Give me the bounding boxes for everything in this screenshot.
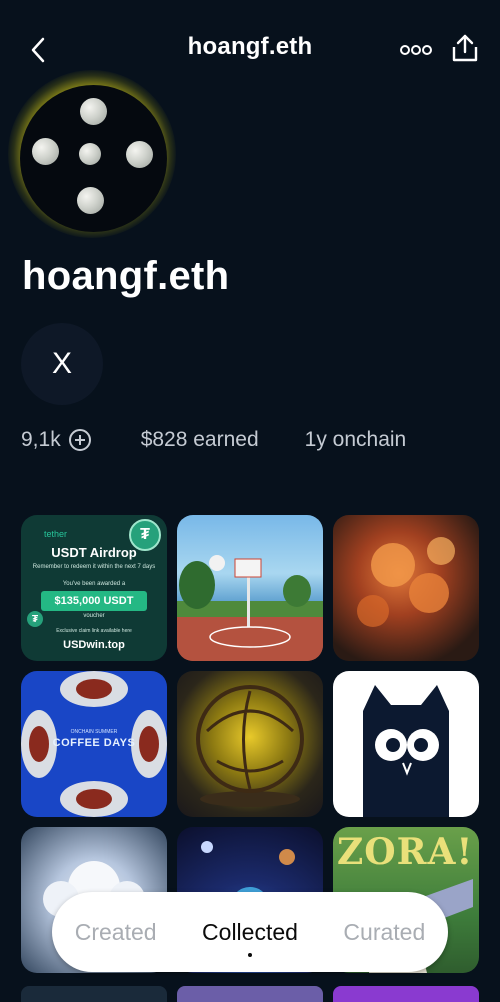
next-tile-peek xyxy=(21,986,167,1002)
tether-claim-text: Exclusive claim link available here xyxy=(56,628,132,634)
owl-art xyxy=(363,685,449,817)
tab-curated[interactable]: Curated xyxy=(343,919,425,946)
tab-bar: Created Collected Curated xyxy=(52,892,448,972)
avatar-dot xyxy=(77,187,104,214)
next-tile-peek xyxy=(177,986,323,1002)
tab-created[interactable]: Created xyxy=(75,919,157,946)
avatar-dot xyxy=(79,143,101,165)
avatar-dot xyxy=(80,98,107,125)
followers-count: 9,1k xyxy=(21,428,61,451)
tab-collected-label: Collected xyxy=(202,918,298,945)
nft-tile-basketball[interactable] xyxy=(177,515,323,661)
followers-stat[interactable]: 9,1k xyxy=(21,428,91,452)
nft-tile-owl[interactable] xyxy=(333,671,479,817)
tether-title: USDT Airdrop xyxy=(51,545,137,560)
next-row-peek xyxy=(0,986,500,1002)
tether-amount: $135,000 USDT xyxy=(41,591,147,611)
active-tab-indicator xyxy=(247,952,252,957)
plus-circle-icon[interactable] xyxy=(68,429,91,451)
tab-collected[interactable]: Collected xyxy=(202,918,298,957)
tether-subtitle: Remember to redeem it within the next 7 … xyxy=(32,564,156,570)
share-button[interactable] xyxy=(447,30,483,66)
tether-award-text: You've been awarded a xyxy=(62,581,126,587)
more-dots-icon xyxy=(400,45,432,55)
next-tile-peek xyxy=(333,986,479,1002)
flowers-art xyxy=(357,537,455,627)
nft-tile-glowing-orb[interactable] xyxy=(177,671,323,817)
nft-tile-flowers[interactable] xyxy=(333,515,479,661)
basketball-art xyxy=(177,555,323,661)
share-upload-icon xyxy=(452,34,478,62)
tether-brand-label: tether xyxy=(44,529,68,539)
earned-stat: $828 earned xyxy=(140,428,259,451)
orb-art xyxy=(196,685,304,807)
nft-tile-usdt-airdrop[interactable]: tether ₮ USDT Airdrop Remember to redeem… xyxy=(21,515,167,661)
coffee-small-text: ONCHAIN SUMMER xyxy=(70,729,118,735)
nft-tile-coffee-days[interactable]: ONCHAIN SUMMER COFFEE DAYS xyxy=(21,671,167,817)
tether-small-logo-icon: ₮ xyxy=(27,611,43,627)
avatar-dot xyxy=(126,141,153,168)
profile-stats: 9,1k $828 earned 1y onchain xyxy=(21,428,406,452)
avatar[interactable] xyxy=(20,85,167,232)
x-social-button[interactable]: X xyxy=(21,323,103,405)
avatar-dot xyxy=(32,138,59,165)
profile-name: hoangf.eth xyxy=(22,254,230,298)
tether-site: USDwin.top xyxy=(63,639,125,651)
more-button[interactable] xyxy=(398,38,434,62)
coffee-title: COFFEE DAYS xyxy=(52,737,136,749)
onchain-stat: 1y onchain xyxy=(304,428,407,451)
x-icon: X xyxy=(51,347,72,380)
